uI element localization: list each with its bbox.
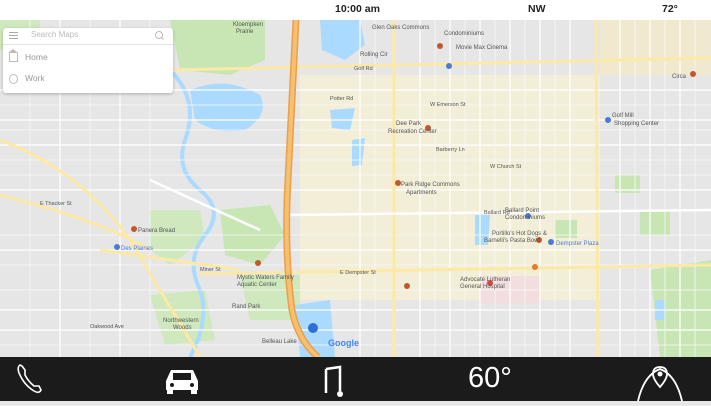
svg-text:Portillo's Hot Dogs &: Portillo's Hot Dogs & <box>492 231 547 237</box>
svg-text:E Thacker St: E Thacker St <box>40 201 72 207</box>
outside-temperature: 72° <box>662 3 678 15</box>
search-icon[interactable] <box>155 31 163 39</box>
svg-text:Dee Park: Dee Park <box>396 121 422 127</box>
phone-icon <box>17 364 42 394</box>
shortcut-home-label: Home <box>25 52 48 62</box>
music-button[interactable] <box>322 357 348 401</box>
car-icon <box>166 370 198 394</box>
shortcut-home[interactable]: Home <box>3 49 173 67</box>
svg-text:Park Ridge Commons: Park Ridge Commons <box>401 182 460 188</box>
bottom-dock: 60° <box>0 357 711 402</box>
vehicle-button[interactable] <box>162 357 202 401</box>
svg-text:Miner St: Miner St <box>200 267 221 273</box>
svg-text:Recreation Center: Recreation Center <box>388 129 437 135</box>
phone-button[interactable] <box>12 357 46 401</box>
svg-text:Condominiums: Condominiums <box>505 215 545 221</box>
climate-temperature[interactable]: 60° <box>468 362 512 395</box>
shortcut-work-label: Work <box>25 73 45 83</box>
navigation-icon <box>637 366 683 402</box>
svg-text:Barnelli's Pasta Bowl: Barnelli's Pasta Bowl <box>484 238 540 244</box>
svg-text:Circa: Circa <box>672 74 687 80</box>
svg-text:Barberry Ln: Barberry Ln <box>436 147 465 153</box>
svg-text:Ballard Rd: Ballard Rd <box>484 210 510 216</box>
svg-text:Oakwood Ave: Oakwood Ave <box>90 324 124 330</box>
svg-text:Mystic Waters Family: Mystic Waters Family <box>237 275 294 281</box>
interstate-shield-icon <box>308 323 318 333</box>
svg-text:Prairie: Prairie <box>236 29 254 35</box>
search-panel: Search Maps Home Work <box>3 28 173 93</box>
svg-text:Golf Mill: Golf Mill <box>612 113 634 119</box>
svg-text:Northwestern: Northwestern <box>163 318 199 324</box>
svg-text:Golf Rd: Golf Rd <box>354 66 373 72</box>
svg-text:W Emerson St: W Emerson St <box>430 102 466 108</box>
shortcut-work[interactable]: Work <box>3 70 173 88</box>
search-bar[interactable]: Search Maps <box>3 28 173 45</box>
svg-text:Movie Max Cinema: Movie Max Cinema <box>456 45 508 51</box>
svg-text:Des Plaines: Des Plaines <box>121 246 153 252</box>
search-input[interactable]: Search Maps <box>31 30 78 39</box>
svg-text:Shopping Center: Shopping Center <box>614 121 659 127</box>
svg-text:E Dempster St: E Dempster St <box>340 270 376 276</box>
svg-text:Aquatic Center: Aquatic Center <box>237 282 277 288</box>
compass-heading: NW <box>528 3 546 15</box>
svg-text:W Church St: W Church St <box>490 164 522 170</box>
menu-icon[interactable] <box>9 32 18 40</box>
svg-text:Rolling Cir: Rolling Cir <box>360 52 388 58</box>
svg-text:Potter Rd: Potter Rd <box>330 96 353 102</box>
svg-text:Kloempken: Kloempken <box>233 22 263 28</box>
music-note-icon <box>324 365 343 397</box>
svg-text:Belleau Lake: Belleau Lake <box>262 339 297 345</box>
home-icon <box>8 49 18 62</box>
map-attribution: Google <box>328 338 359 348</box>
clock-icon <box>9 74 18 84</box>
svg-text:Dempster Plaza: Dempster Plaza <box>556 241 599 247</box>
svg-text:Advocate Lutheran: Advocate Lutheran <box>460 277 510 283</box>
clock-time: 10:00 am <box>335 3 380 15</box>
svg-text:General Hospital: General Hospital <box>460 284 505 290</box>
svg-text:Woods: Woods <box>173 325 192 331</box>
svg-text:Condominiums: Condominiums <box>444 31 484 37</box>
svg-text:Ballard Point: Ballard Point <box>505 208 539 214</box>
svg-text:Panera Bread: Panera Bread <box>138 228 175 234</box>
status-bar: 10:00 am NW 72° <box>0 0 711 20</box>
svg-text:Apartments: Apartments <box>406 190 437 196</box>
svg-text:Glen Oaks Commons: Glen Oaks Commons <box>372 25 429 31</box>
navigation-button[interactable] <box>634 357 686 402</box>
svg-text:Rand Park: Rand Park <box>232 304 261 310</box>
